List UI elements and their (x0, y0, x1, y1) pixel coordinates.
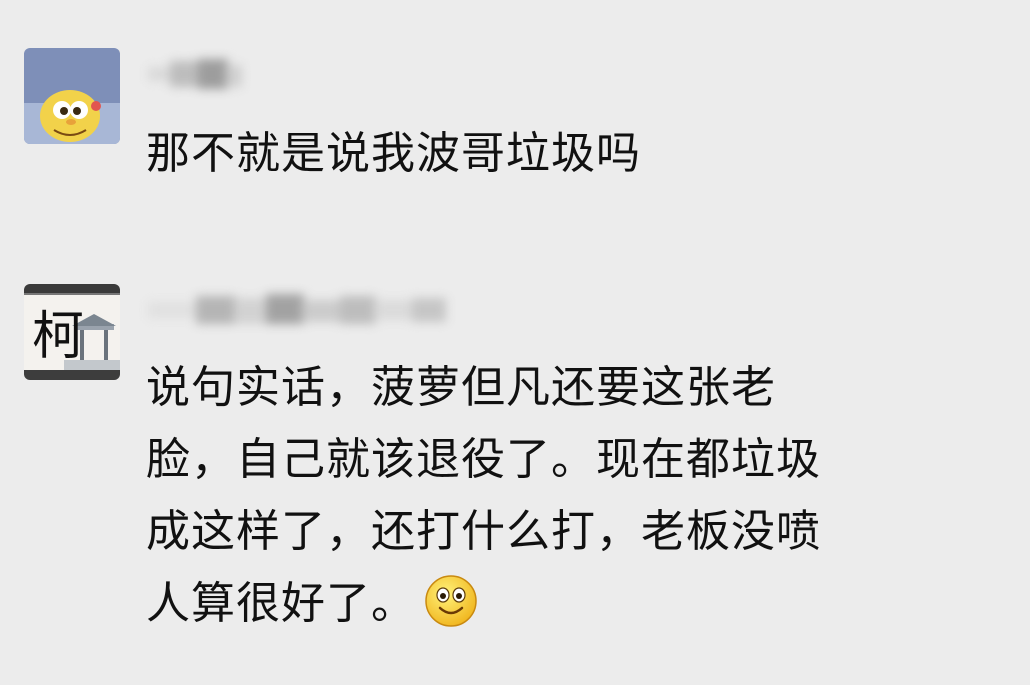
smile-emoji-icon (424, 574, 478, 628)
comment-text: 说句实话，菠萝但凡还要这张老 脸，自己就该退役了。现在都垃圾 成这样了，还打什么… (146, 352, 821, 640)
spongebob-avatar-icon (24, 48, 120, 144)
comment-line: 脸，自己就该退役了。现在都垃圾 (146, 434, 821, 485)
comment-line: 人算很好了。 (146, 578, 416, 629)
comment-line: 成这样了，还打什么打，老板没喷 (146, 506, 821, 557)
comment-text: 那不就是说我波哥垃圾吗 (146, 128, 641, 179)
avatar[interactable]: 柯 (24, 284, 120, 380)
comment-line-last: 人算很好了。 (146, 568, 821, 640)
comment-item: 柯 说句实话，菠萝但凡还要这张老 脸，自己就该退役了。现在都垃圾 成这样了，还打… (0, 230, 1030, 685)
comment-line: 说句实话，菠萝但凡还要这张老 (146, 362, 776, 413)
avatar[interactable] (24, 48, 120, 144)
avatar-glyph: 柯 (32, 307, 84, 367)
comment-thread: 那不就是说我波哥垃圾吗 柯 说句实话，菠萝但凡还要这张老 脸，自己就该退役了。现… (0, 0, 1030, 685)
nickname-blurred (148, 55, 243, 95)
calligraphy-avatar-icon: 柯 (24, 284, 120, 380)
nickname-blurred (148, 288, 448, 328)
comment-item: 那不就是说我波哥垃圾吗 (0, 0, 1030, 230)
